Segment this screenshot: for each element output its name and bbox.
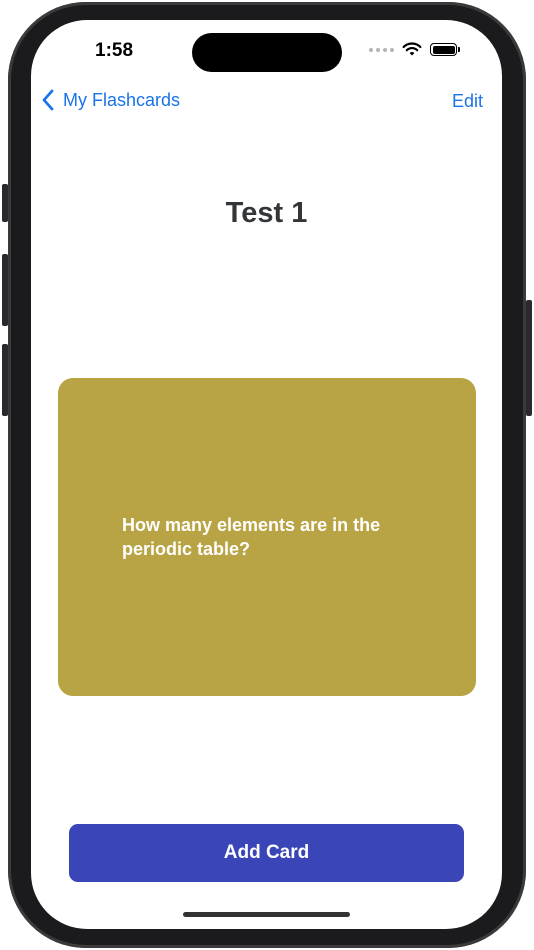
edit-button[interactable]: Edit [452,91,483,112]
flashcard-question: How many elements are in the periodic ta… [122,515,381,559]
home-indicator [183,912,350,917]
app-screen: 1:58 My Flashcards Edit Test 1 How many … [31,20,502,929]
add-card-button[interactable]: Add Card [69,824,464,882]
battery-icon [430,43,460,56]
power-button [526,300,532,416]
action-button [2,184,8,222]
page-title: Test 1 [225,197,308,229]
flashcard[interactable]: How many elements are in the periodic ta… [58,378,476,696]
wifi-icon [402,42,422,56]
status-time: 1:58 [95,40,134,61]
back-button-label: My Flashcards [63,89,181,110]
chevron-left-icon [42,89,54,111]
dynamic-island [192,33,342,72]
volume-down-button [2,344,8,416]
signal-dots-icon [369,47,394,52]
back-button[interactable]: My Flashcards [41,89,180,111]
volume-up-button [2,254,8,326]
status-indicators [369,42,460,57]
